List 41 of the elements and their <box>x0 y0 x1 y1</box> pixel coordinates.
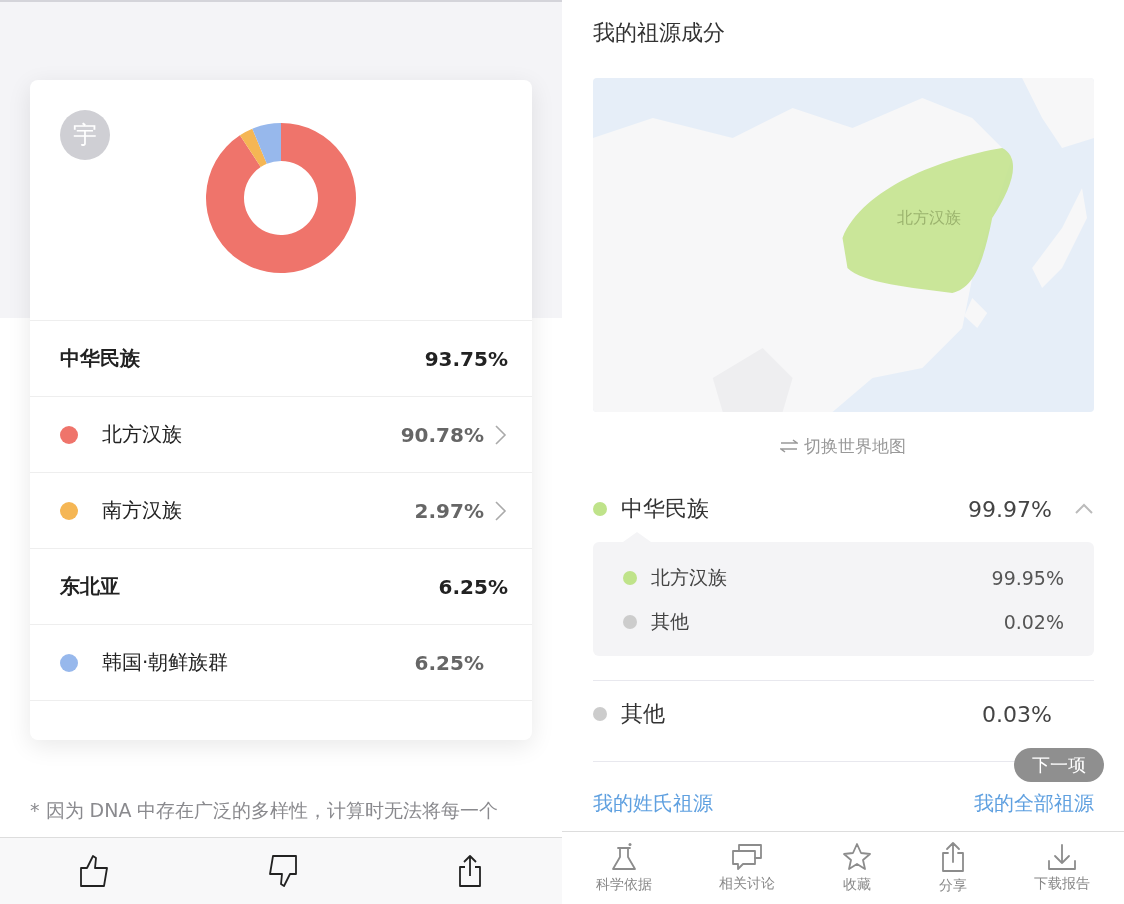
swap-icon[interactable] <box>780 439 798 453</box>
percentage: 93.75% <box>424 346 508 371</box>
ancestry-label: 北方汉族 <box>651 565 728 590</box>
download-icon <box>1047 843 1078 871</box>
link[interactable]: 我的姓氏祖源 <box>593 790 713 817</box>
thumbs-up-icon[interactable] <box>79 854 110 888</box>
percentage: 2.97% <box>414 498 484 523</box>
share-icon[interactable] <box>456 854 483 888</box>
flask-icon <box>609 842 638 872</box>
ancestry-label: 东北亚 <box>60 573 121 600</box>
percentage: 90.78% <box>400 422 484 447</box>
tab-button[interactable]: 科学依据 <box>595 842 652 894</box>
ancestry-label: 韩国·朝鲜族群 <box>102 649 230 676</box>
tab-button[interactable]: 下载报告 <box>1034 843 1091 893</box>
ancestry-label: 其他 <box>621 700 666 728</box>
share-icon <box>940 841 967 873</box>
ancestry-label: 北方汉族 <box>102 421 183 448</box>
tab-button[interactable]: 分享 <box>939 841 968 895</box>
ancestry-label: 其他 <box>651 609 690 634</box>
ancestry-label: 中华民族 <box>60 345 141 372</box>
percentage: 6.25% <box>438 574 508 599</box>
chevron-right-icon[interactable] <box>494 423 508 446</box>
tab-button[interactable]: 相关讨论 <box>718 843 775 893</box>
switch-map-link[interactable]: 切换世界地图 <box>804 434 906 458</box>
next-button[interactable]: 下一项 <box>1014 748 1104 782</box>
percentage: 0.03% <box>982 701 1052 727</box>
footnote: * 因为 DNA 中存在广泛的多样性，计算时无法将每一个 <box>30 798 500 823</box>
ancestry-label: 南方汉族 <box>102 497 183 524</box>
chevron-up-icon[interactable] <box>1074 503 1094 515</box>
tab-button[interactable]: 收藏 <box>841 842 872 894</box>
section-title: 我的祖源成分 <box>593 19 726 47</box>
chevron-right-icon[interactable] <box>494 499 508 522</box>
percentage: 99.95% <box>991 567 1064 589</box>
percentage: 0.02% <box>1003 611 1064 633</box>
thumbs-down-icon[interactable] <box>268 854 298 888</box>
percentage: 6.25% <box>414 650 484 675</box>
star-icon <box>841 842 872 872</box>
percentage: 99.97% <box>968 496 1052 522</box>
chat-icon <box>730 843 763 871</box>
link[interactable]: 我的全部祖源 <box>974 790 1094 817</box>
ancestry-label: 中华民族 <box>621 495 710 523</box>
